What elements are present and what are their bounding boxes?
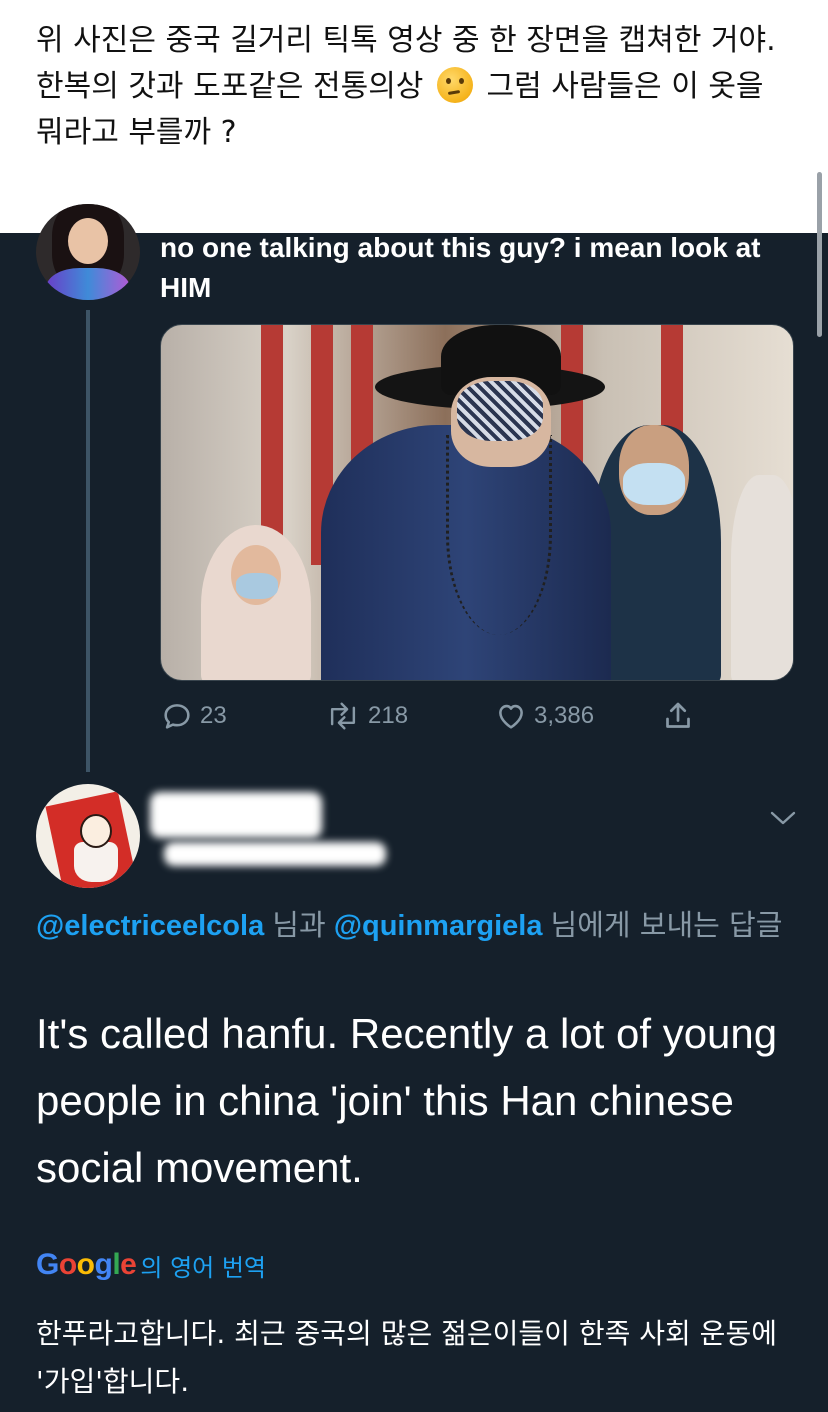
replying-to-line: @electriceelcola 님과 @quinmargiela 님에게 보내…	[36, 904, 796, 947]
google-logo: Google	[36, 1248, 137, 1281]
chevron-down-icon[interactable]	[768, 806, 798, 830]
caption-line-2-end: 그럼 사람들은 이 옷을	[486, 69, 764, 104]
scrollbar[interactable]	[817, 172, 822, 337]
avatar[interactable]	[36, 204, 140, 300]
caption-line-3: 뭐라고 부를까 ?	[36, 115, 237, 150]
tweet-text: no one talking about this guy? i mean lo…	[160, 232, 761, 303]
retweet-button[interactable]: 218	[324, 696, 408, 736]
translate-label: 의 영어 번역	[140, 1253, 267, 1282]
reply-tweet-text: It's called hanfu. Recently a lot of you…	[36, 1010, 778, 1191]
avatar[interactable]	[36, 784, 140, 888]
mention-link[interactable]: @electriceelcola	[36, 910, 264, 942]
caption-panel: 위 사진은 중국 길거리 틱톡 영상 중 한 장면을 캡쳐한 거야. 한복의 갓…	[0, 0, 828, 233]
caption-line-2: 한복의 갓과 도포같은 전통의상 그럼 사람들은 이 옷을	[36, 64, 796, 110]
tweet-media-photo[interactable]	[160, 324, 794, 681]
google-translate-link[interactable]: Google 의 영어 번역	[36, 1245, 266, 1285]
reply-button[interactable]: 23	[160, 696, 227, 736]
reply-icon	[164, 704, 190, 729]
share-icon	[666, 702, 690, 728]
reply-to-conjunction: 님과	[272, 908, 326, 942]
reply-to-suffix: 님에게 보내는 답글	[550, 908, 783, 942]
share-button[interactable]	[660, 696, 702, 736]
translated-text: 한푸라고합니다. 최근 중국의 많은 젊은이들이 한족 사회 운동에 '가입'합…	[36, 1317, 777, 1398]
mention-link[interactable]: @quinmargiela	[334, 910, 543, 942]
like-count: 3,386	[534, 702, 595, 729]
heart-icon	[499, 704, 523, 729]
thinking-face-icon	[436, 67, 473, 103]
caption-line-1: 위 사진은 중국 길거리 틱톡 영상 중 한 장면을 캡쳐한 거야.	[36, 23, 776, 58]
redacted-display-name	[150, 792, 322, 838]
retweet-icon	[330, 702, 356, 730]
reply-count: 23	[200, 702, 227, 729]
caption-line-2-start: 한복의 갓과 도포같은 전통의상	[36, 69, 424, 104]
redacted-username	[164, 842, 386, 866]
thread-connector-line	[86, 310, 90, 772]
like-button[interactable]: 3,386	[494, 696, 594, 736]
caption-text: 위 사진은 중국 길거리 틱톡 영상 중 한 장면을 캡쳐한 거야. 한복의 갓…	[36, 18, 796, 156]
retweet-count: 218	[368, 702, 409, 729]
tweet-actions: 23 218 3,386	[160, 696, 720, 736]
